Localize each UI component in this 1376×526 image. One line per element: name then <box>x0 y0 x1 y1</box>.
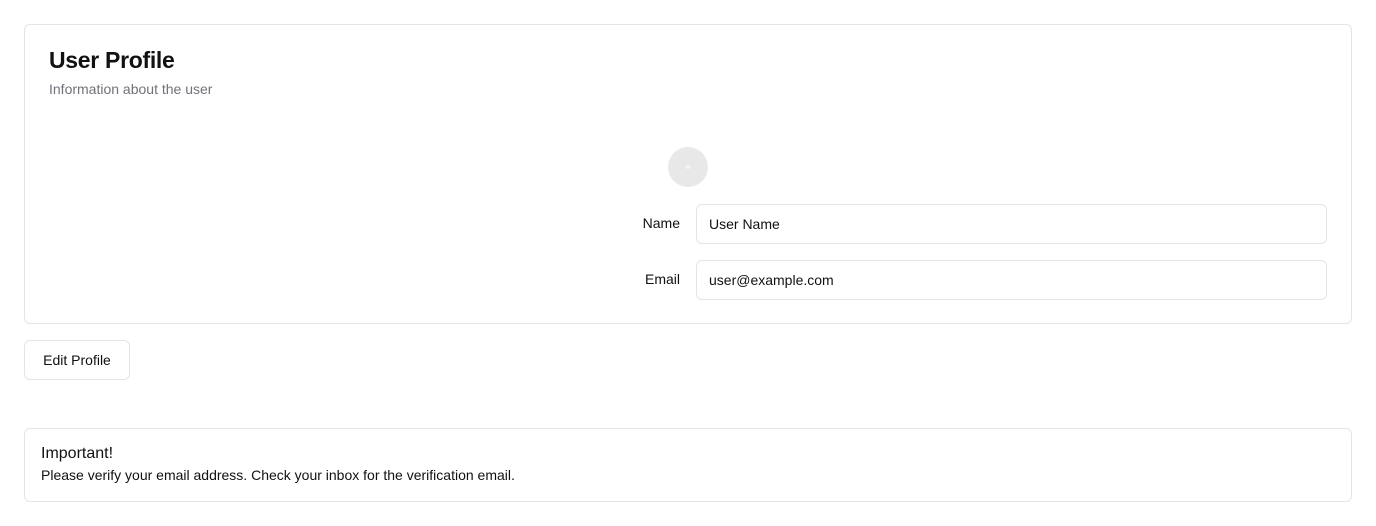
card-title: User Profile <box>49 47 175 73</box>
user-profile-card: User Profile Information about the user … <box>24 24 1352 324</box>
avatar-placeholder-icon <box>686 165 690 169</box>
edit-profile-button[interactable]: Edit Profile <box>24 340 130 380</box>
avatar <box>668 147 708 187</box>
name-label: Name <box>642 215 680 231</box>
card-subtitle: Information about the user <box>49 81 213 97</box>
alert-description: Please verify your email address. Check … <box>41 467 515 483</box>
verification-alert: Important! Please verify your email addr… <box>24 428 1352 502</box>
name-field[interactable] <box>696 204 1327 244</box>
email-label: Email <box>644 271 680 287</box>
alert-title: Important! <box>41 445 114 462</box>
email-field[interactable] <box>696 260 1327 300</box>
